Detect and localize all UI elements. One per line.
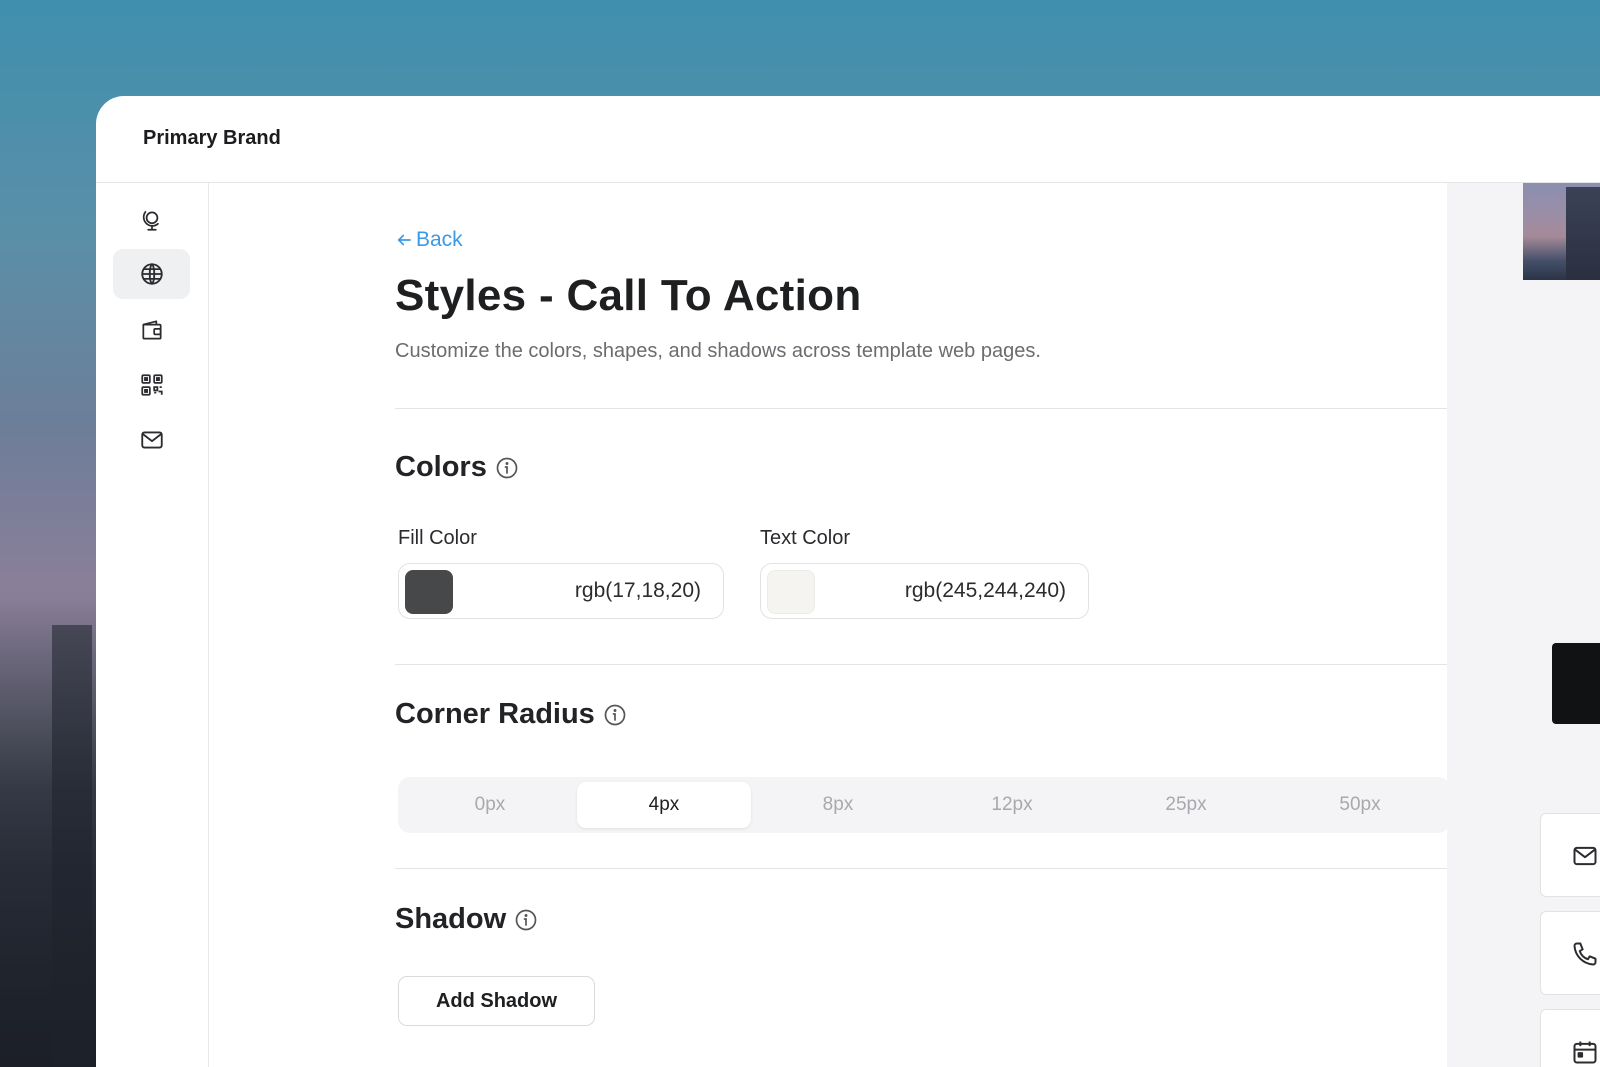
fill-color-label: Fill Color [398,527,477,549]
sidebar-item-wallet[interactable] [113,305,190,355]
sidebar-item-globe[interactable] [113,249,190,299]
preview-cta-button[interactable] [1552,643,1600,724]
text-color-label: Text Color [760,527,851,549]
add-shadow-button[interactable]: Add Shadow [398,976,595,1026]
fill-color-input[interactable]: rgb(17,18,20) [398,563,724,619]
sidebar-item-qr-code[interactable] [113,360,190,410]
page-subtitle: Customize the colors, shapes, and shadow… [395,340,1041,362]
fill-color-swatch[interactable] [405,570,453,614]
divider [395,408,1456,409]
background-tower [52,625,92,1067]
wallet-icon [141,320,162,340]
app-window: Primary Brand Back Styles - Call To Acti… [96,96,1600,1067]
mail-icon [1573,846,1597,866]
brand-name: Primary Brand [143,127,281,149]
preview-hero-building [1566,187,1600,280]
info-icon[interactable] [495,456,519,480]
colors-heading: Colors [395,451,519,484]
sidebar-item-mail[interactable] [113,415,190,465]
corner-radius-selector: 0px 4px 8px 12px 25px 50px [398,777,1450,833]
corner-radius-option-25px[interactable]: 25px [1099,782,1273,828]
globe-icon [140,263,163,285]
shadow-heading: Shadow [395,903,538,936]
corner-radius-heading: Corner Radius [395,698,627,731]
corner-radius-option-0px[interactable]: 0px [403,782,577,828]
back-link[interactable]: Back [395,228,463,252]
corner-radius-option-8px[interactable]: 8px [751,782,925,828]
text-color-swatch[interactable] [767,570,815,614]
back-label: Back [416,228,463,251]
corner-radius-option-12px[interactable]: 12px [925,782,1099,828]
mail-icon [140,431,163,449]
sidebar-item-globe-stand[interactable] [113,195,190,245]
phone-icon [1573,942,1597,966]
corner-radius-option-4px[interactable]: 4px [577,782,751,828]
globe-stand-icon [142,211,159,231]
preview-contact-card[interactable] [1540,813,1600,897]
top-bar: Primary Brand [96,96,1600,183]
info-icon[interactable] [514,908,538,932]
qr-code-icon [140,374,163,396]
main-content: Back Styles - Call To Action Customize t… [209,183,1456,1067]
calendar-icon [1573,1041,1597,1064]
info-icon[interactable] [603,703,627,727]
corner-radius-title: Corner Radius [395,698,595,730]
sidebar [96,183,209,1067]
divider [395,664,1456,665]
corner-radius-option-50px[interactable]: 50px [1273,782,1447,828]
shadow-title: Shadow [395,903,507,935]
preview-contact-card[interactable] [1540,1009,1600,1067]
preview-contact-card[interactable] [1540,911,1600,995]
fill-color-value: rgb(17,18,20) [574,579,701,602]
text-color-input[interactable]: rgb(245,244,240) [760,563,1089,619]
page-title: Styles - Call To Action [395,271,862,320]
divider [395,868,1456,869]
colors-title: Colors [395,451,487,483]
text-color-value: rgb(245,244,240) [904,579,1066,602]
arrow-left-icon [397,234,411,246]
